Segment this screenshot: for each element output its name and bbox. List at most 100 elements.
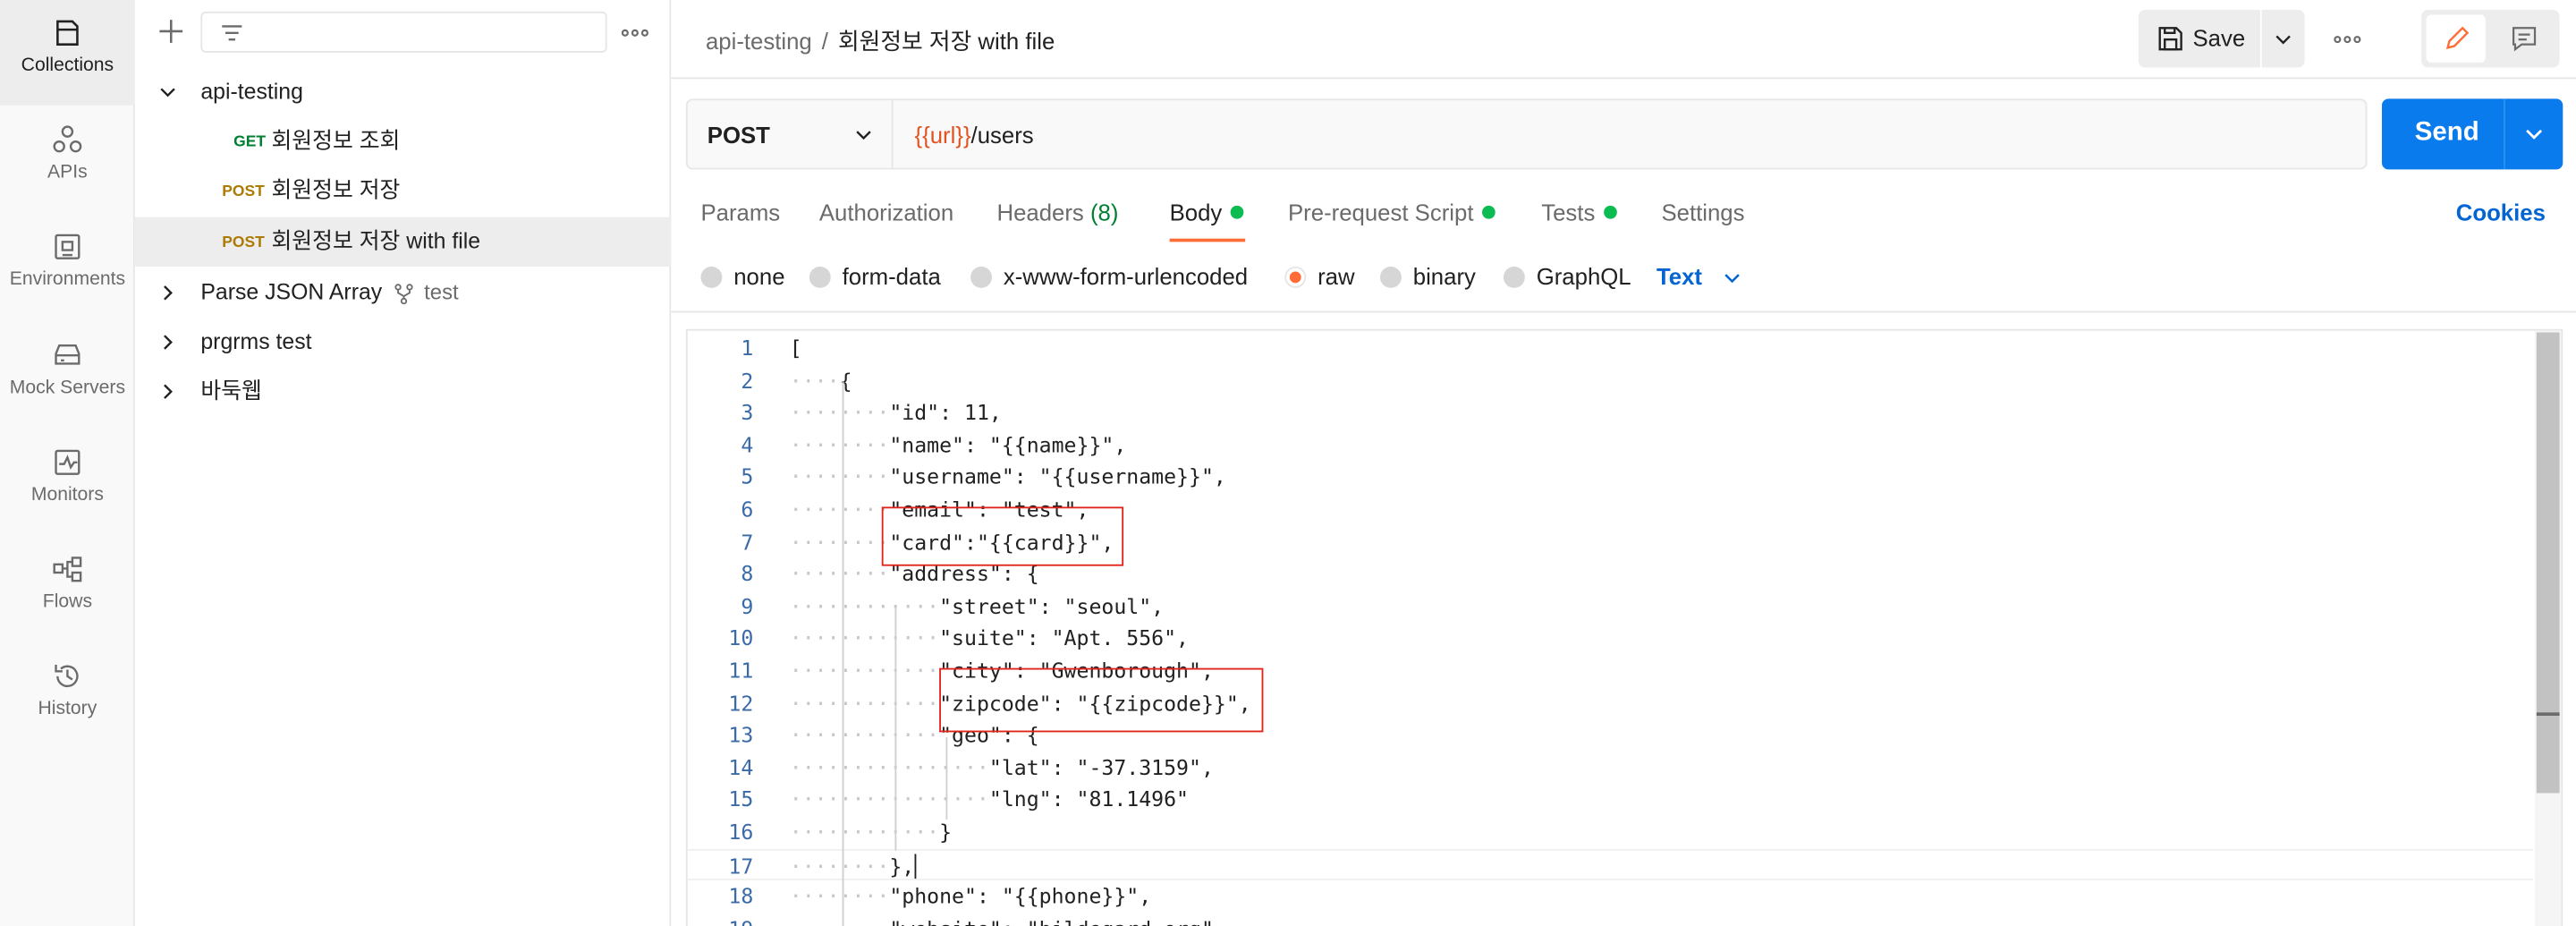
- tab-settings[interactable]: Settings: [1661, 200, 1744, 225]
- code-line[interactable]: 3 ········"id": 11,: [688, 397, 2533, 429]
- tab-pre-request-script[interactable]: Pre-request Script: [1288, 200, 1496, 225]
- comments-button[interactable]: [2494, 15, 2553, 63]
- code-editor[interactable]: 1[2 ····{3 ········"id": 11, 4 ········"name…: [685, 328, 2563, 926]
- radio-button[interactable]: [970, 266, 992, 288]
- breadcrumb-separator: /: [821, 28, 828, 55]
- rail-label: History: [38, 699, 97, 719]
- url-input[interactable]: {{url}}/users: [915, 122, 1034, 148]
- history-icon: [55, 664, 79, 688]
- indent-dots: ············: [789, 819, 940, 845]
- chevron-down-icon[interactable]: [2523, 123, 2545, 145]
- method-value: POST: [707, 122, 770, 149]
- filter-input[interactable]: [255, 16, 593, 48]
- breadcrumb-collection[interactable]: api-testing: [706, 28, 812, 54]
- save-button[interactable]: Save: [2138, 10, 2260, 68]
- code-line[interactable]: 9 ············"street": "seoul",: [688, 590, 2533, 623]
- rail-item-apis[interactable]: APIs: [0, 107, 135, 213]
- method-select[interactable]: POST: [688, 100, 894, 168]
- request-editor-pane: api-testing / 회원정보 저장 with file Save POS…: [671, 0, 2576, 926]
- monitors-icon: [55, 449, 80, 475]
- code-line[interactable]: 15 ················"lng": "81.1496": [688, 784, 2533, 816]
- body-option-graphql[interactable]: GraphQL: [1503, 263, 1631, 290]
- tab-authorization[interactable]: Authorization: [819, 200, 953, 225]
- breadcrumb-request-name[interactable]: 회원정보 저장 with file: [838, 28, 1055, 54]
- more-options-icon[interactable]: [618, 16, 651, 49]
- request-item[interactable]: POST 회원정보 저장: [135, 166, 672, 216]
- tab-body[interactable]: Body: [1170, 200, 1244, 225]
- raw-format-dropdown[interactable]: Text: [1657, 263, 1740, 290]
- scrollbar-thumb[interactable]: [2536, 332, 2560, 794]
- url-variable: {{url}}: [914, 122, 971, 149]
- code-line[interactable]: 2 ····{: [688, 365, 2533, 397]
- code-content: "website": "hildegard.org",: [889, 916, 1225, 926]
- collection-api-testing[interactable]: api-testing: [135, 67, 672, 116]
- option-label: none: [733, 263, 785, 290]
- filter-field[interactable]: [200, 11, 607, 53]
- url-bar: POST {{url}}/users: [685, 98, 2368, 170]
- body-option-binary[interactable]: binary: [1379, 263, 1476, 290]
- rail-item-flows[interactable]: Flows: [0, 537, 135, 642]
- collection-baduk-web[interactable]: 바둑웹: [135, 367, 672, 416]
- code-content: "suite": "Apt. 556",: [939, 625, 1190, 651]
- body-option-none[interactable]: none: [700, 263, 785, 290]
- radio-button[interactable]: [700, 266, 723, 288]
- cookies-link[interactable]: Cookies: [2456, 200, 2546, 225]
- status-dot: [1481, 205, 1496, 219]
- filter-icon: [222, 25, 242, 41]
- fork-icon: [394, 284, 413, 305]
- send-label: Send: [2414, 118, 2479, 147]
- send-button[interactable]: Send: [2381, 98, 2563, 170]
- environments-icon: [55, 234, 80, 259]
- rail-item-mock-servers[interactable]: Mock Servers: [0, 322, 135, 428]
- code-line[interactable]: 16 ············}: [688, 816, 2533, 848]
- code-line[interactable]: 17 ········},: [687, 848, 2534, 882]
- annotation-box-zipcode: [939, 667, 1264, 733]
- radio-button[interactable]: [1503, 266, 1525, 288]
- rail-item-environments[interactable]: Environments: [0, 214, 135, 319]
- indent-dots: ········: [789, 561, 890, 587]
- code-line[interactable]: 10 ············"suite": "Apt. 556",: [688, 623, 2533, 655]
- request-item-selected[interactable]: POST 회원정보 저장 with file: [134, 217, 672, 267]
- line-number: 7: [741, 529, 754, 555]
- request-item[interactable]: GET 회원정보 조회: [135, 117, 672, 166]
- rail-item-collections[interactable]: Collections: [0, 0, 135, 106]
- comment-icon: [2512, 27, 2537, 52]
- collection-prgrms-test[interactable]: prgrms test: [135, 318, 672, 367]
- more-options-icon[interactable]: [2331, 23, 2364, 56]
- tab-params[interactable]: Params: [700, 200, 780, 225]
- rail-item-history[interactable]: History: [0, 643, 135, 749]
- indent-dots: ············: [789, 658, 940, 684]
- tab-tests[interactable]: Tests: [1541, 200, 1617, 225]
- code-line[interactable]: 14 ················"lat": "-37.3159",: [688, 752, 2533, 784]
- code-line[interactable]: 1[: [688, 332, 2533, 364]
- tab-headers-label: Headers: [996, 199, 1084, 225]
- code-line[interactable]: 19 ········"website": "hildegard.org",: [688, 913, 2533, 926]
- collections-sidebar: api-testing GET 회원정보 조회 POST 회원정보 저장 POS…: [134, 0, 672, 926]
- pencil-icon: [2445, 26, 2470, 49]
- code-line[interactable]: 5 ········"username": "{{username}}",: [688, 462, 2533, 494]
- radio-button[interactable]: [1379, 266, 1402, 288]
- indent-dots: ············: [789, 625, 940, 651]
- chevron-down-icon: [2275, 35, 2291, 45]
- editor-scrollbar[interactable]: [2535, 330, 2562, 926]
- collection-parse-json-array[interactable]: Parse JSON Array test: [135, 268, 672, 318]
- save-options-button[interactable]: [2261, 10, 2305, 68]
- save-label: Save: [2192, 24, 2246, 52]
- radio-button[interactable]: [809, 266, 831, 288]
- add-icon[interactable]: [155, 15, 188, 48]
- chevron-right-icon: [164, 384, 173, 399]
- code-line[interactable]: 4 ········"name": "{{name}}",: [688, 429, 2533, 462]
- body-option-urlencoded[interactable]: x-www-form-urlencoded: [970, 263, 1248, 290]
- body-option-raw[interactable]: raw: [1284, 263, 1355, 290]
- tab-headers[interactable]: Headers (8): [996, 200, 1118, 225]
- code-line[interactable]: 18 ········"phone": "{{phone}}",: [688, 880, 2533, 913]
- code-text: ········},: [790, 850, 917, 882]
- body-option-form-data[interactable]: form-data: [809, 263, 941, 290]
- chevron-down-icon: [856, 131, 871, 140]
- radio-button-selected[interactable]: [1284, 266, 1307, 288]
- method-badge: GET: [233, 132, 267, 152]
- edit-mode-button[interactable]: [2426, 14, 2486, 63]
- rail-item-monitors[interactable]: Monitors: [0, 429, 135, 535]
- send-divider: [2504, 98, 2505, 170]
- indent-dots: ············: [789, 722, 940, 748]
